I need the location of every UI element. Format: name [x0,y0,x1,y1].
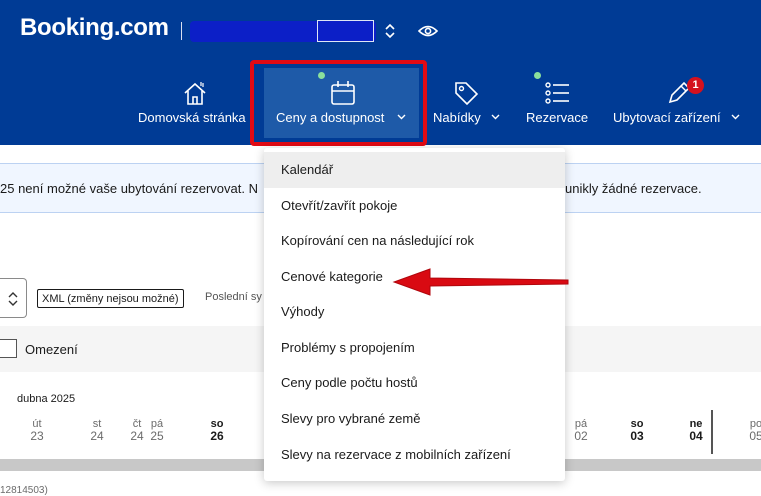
chevron-down-icon [491,114,500,120]
notification-badge: 1 [687,77,704,94]
day-number: 03 [630,429,644,443]
restrictions-checkbox[interactable] [0,339,17,358]
menu-item-open-close-rooms[interactable]: Otevřít/zavřít pokoje [264,188,565,224]
day-number: 04 [689,429,703,443]
rates-dropdown-menu: Kalendář Otevřít/zavřít pokoje Kopírován… [264,148,565,481]
menu-item-copy-rates[interactable]: Kopírování cen na následující rok [264,223,565,259]
calendar-day[interactable]: pá 25 [137,418,177,442]
restrictions-label: Omezení [25,342,78,357]
calendar-day[interactable]: st 24 [77,418,117,442]
day-number: 23 [30,429,44,443]
booking-logo[interactable]: Booking.com [20,14,169,42]
day-number: 26 [210,429,224,443]
calendar-day[interactable]: pá 02 [561,418,601,442]
list-icon [545,82,569,104]
nav-reservations-label: Rezervace [526,110,589,125]
banner-text-right: unikly žádné rezervace. [565,181,702,196]
calendar-day[interactable]: ne 04 [676,418,716,442]
house-icon [184,82,206,105]
menu-item-mobile-rates[interactable]: Slevy na rezervace z mobilních zařízení [264,437,565,473]
menu-item-country-rates[interactable]: Slevy pro vybrané země [264,401,565,437]
calendar-day[interactable]: po 05 [736,418,761,442]
calendar-day[interactable]: so 26 [197,418,237,442]
menu-item-connection-issues[interactable]: Problémy s propojením [264,330,565,366]
nav-property-label: Ubytovací zařízení [613,110,721,125]
calendar-day[interactable]: so 03 [617,418,657,442]
last-sync-text: Poslední sy [205,291,262,303]
day-number: 24 [90,429,104,443]
switch-property-icon[interactable] [383,21,397,41]
month-label: dubna 2025 [17,393,76,405]
day-number: 05 [749,429,761,443]
eye-icon[interactable] [418,24,438,38]
annotation-arrow [392,268,569,296]
xml-status-tag: XML (změny nejsou možné) [37,289,184,308]
today-marker [711,410,713,454]
day-number: 02 [574,429,588,443]
menu-item-calendar[interactable]: Kalendář [264,152,565,188]
calendar-day[interactable]: út 23 [17,418,57,442]
header-divider [181,22,182,40]
menu-item-benefits[interactable]: Výhody [264,294,565,330]
nav-home-label: Domovská stránka [138,110,246,125]
annotation-highlight-box [250,60,427,146]
top-header: Booking.com Domovská stránka Ceny a dost… [0,0,761,146]
day-number: 25 [150,429,164,443]
property-selector-box[interactable] [317,20,374,42]
notification-dot [534,72,541,79]
nav-offers-label: Nabídky [433,110,481,125]
room-select[interactable] [0,278,27,318]
menu-item-occupancy-pricing[interactable]: Ceny podle počtu hostů [264,365,565,401]
room-id-text: 12814503) [0,485,48,496]
tag-icon [455,82,479,106]
select-arrows-icon [8,292,18,306]
banner-text-left: 25 není možné vaše ubytování rezervovat.… [0,181,258,196]
chevron-down-icon [731,114,740,120]
